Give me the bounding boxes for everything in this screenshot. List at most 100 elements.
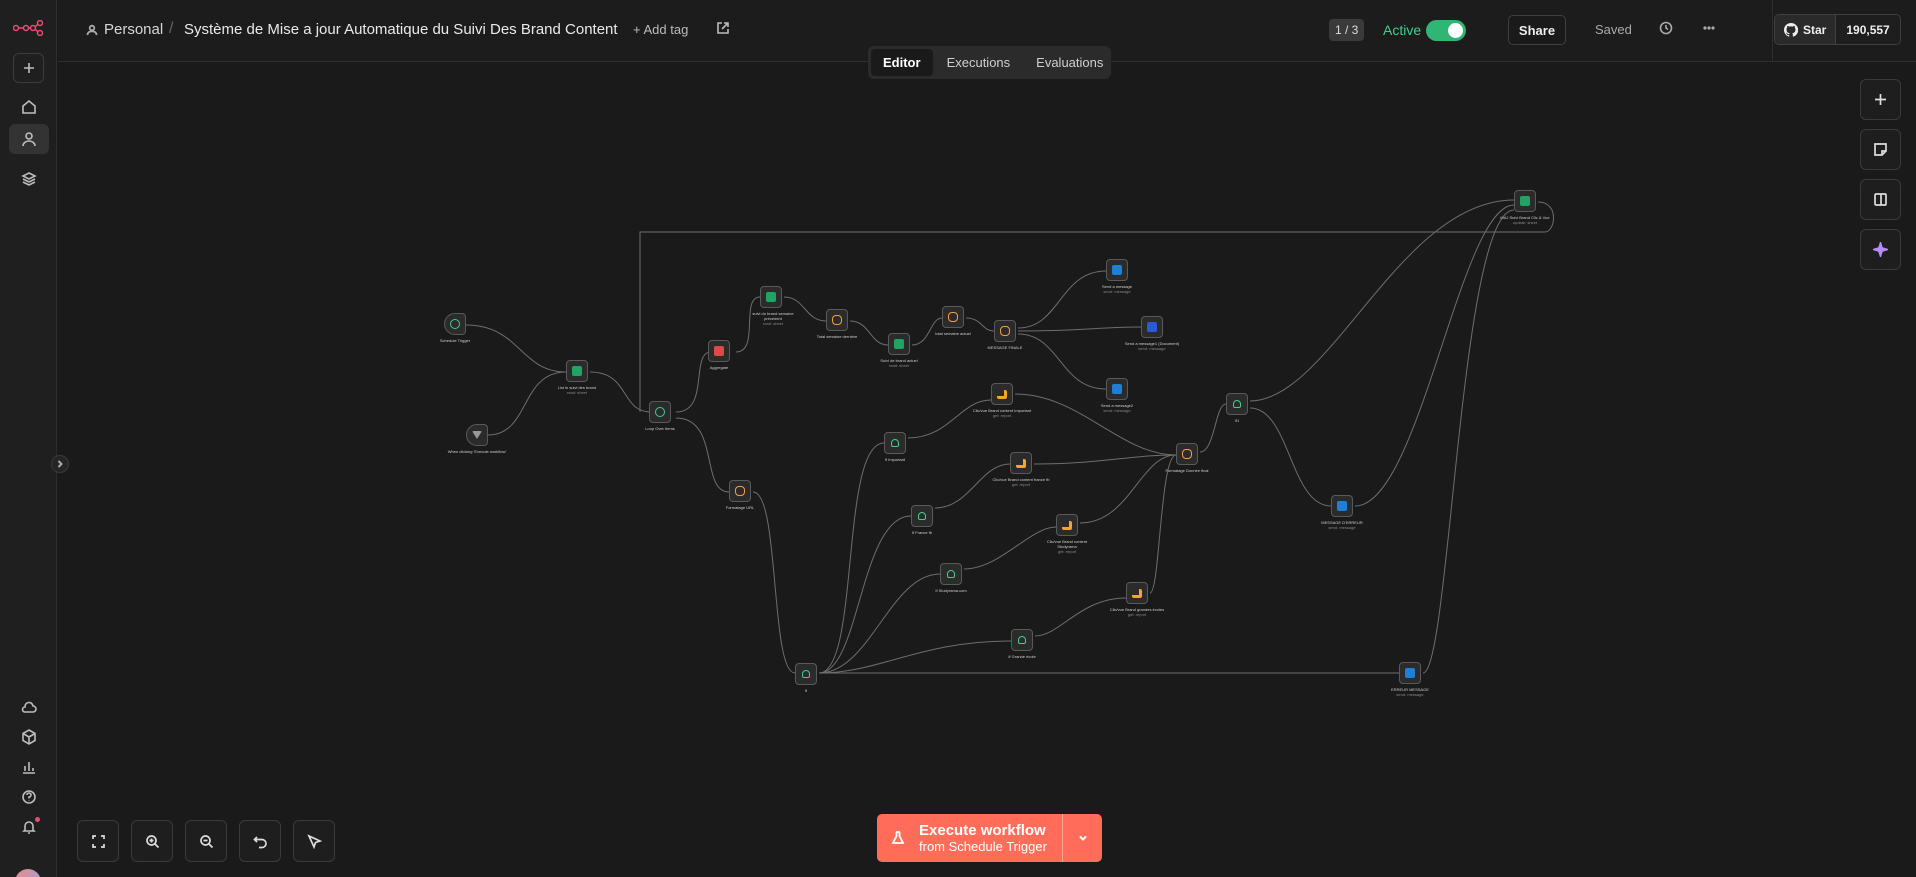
- node-if-1[interactable]: [1226, 393, 1248, 415]
- code-icon: [1000, 326, 1010, 336]
- sidebar-expand-icon[interactable]: [51, 455, 69, 473]
- tab-editor[interactable]: Editor: [871, 49, 933, 76]
- node-schedule-trigger[interactable]: [444, 313, 466, 335]
- node-subtitle: send: message: [1103, 408, 1131, 413]
- note-icon: [1874, 143, 1887, 156]
- loop-icon: [655, 407, 665, 417]
- history-icon[interactable]: [1659, 21, 1673, 40]
- node-sheets-previous[interactable]: [760, 286, 782, 308]
- tidy-up-button[interactable]: [293, 820, 335, 862]
- tab-executions[interactable]: Executions: [935, 49, 1023, 76]
- if-icon: [918, 512, 926, 520]
- fit-view-button[interactable]: [77, 820, 119, 862]
- add-node-button[interactable]: [1860, 79, 1901, 120]
- node-if-important[interactable]: [884, 432, 906, 454]
- add-tag-button[interactable]: + Add tag: [633, 22, 688, 37]
- add-icon[interactable]: [13, 53, 44, 83]
- share-button[interactable]: Share: [1508, 15, 1566, 45]
- node-bigquery-important[interactable]: [991, 383, 1013, 405]
- google-sheets-icon: [1520, 196, 1530, 206]
- node-subtitle: read: sheet: [888, 363, 909, 368]
- workflow-canvas[interactable]: [58, 63, 1916, 877]
- node-label: If Grande école: [1008, 654, 1036, 659]
- node-manual-trigger[interactable]: [466, 424, 488, 446]
- node-label: Schedule Trigger: [439, 338, 471, 343]
- active-toggle[interactable]: [1426, 20, 1466, 41]
- node-aggregate[interactable]: [708, 340, 730, 362]
- bell-icon[interactable]: [9, 812, 49, 842]
- execute-main[interactable]: Execute workflow from Schedule Trigger: [877, 814, 1063, 862]
- breadcrumb[interactable]: Personal: [86, 21, 163, 38]
- node-sheets-list[interactable]: [566, 360, 588, 382]
- node-formatage-final[interactable]: [1176, 443, 1198, 465]
- node-subtitle: send: message: [1138, 346, 1166, 351]
- panel-toggle-button[interactable]: [1860, 179, 1901, 220]
- clock-icon: [450, 319, 460, 329]
- tab-evaluations[interactable]: Evaluations: [1024, 49, 1115, 76]
- execute-workflow-button[interactable]: Execute workflow from Schedule Trigger: [877, 814, 1102, 862]
- node-if-grande-ecole[interactable]: [1011, 629, 1033, 651]
- help-icon[interactable]: [9, 782, 49, 812]
- node-subtitle: read: sheet: [762, 321, 783, 326]
- user-icon: [86, 24, 98, 35]
- node-formatage-url[interactable]: [729, 480, 751, 502]
- node-bigquery-grandes-ecoles[interactable]: [1126, 582, 1148, 604]
- sticky-note-button[interactable]: [1860, 129, 1901, 170]
- fullscreen-icon: [91, 834, 105, 848]
- ai-assistant-button[interactable]: [1860, 229, 1901, 270]
- github-star-label: Star: [1803, 22, 1827, 37]
- node-label: suivi du brand semaine précédent read: sh…: [743, 311, 803, 326]
- cloud-icon[interactable]: [9, 693, 49, 723]
- more-options-icon[interactable]: [1702, 21, 1716, 40]
- divider: [1772, 0, 1773, 62]
- left-sidebar: [0, 0, 57, 877]
- node-send-message-1[interactable]: [1141, 316, 1163, 338]
- node-bigquery-studyrama[interactable]: [1056, 514, 1078, 536]
- home-icon[interactable]: [9, 92, 49, 122]
- layers-icon[interactable]: [9, 164, 49, 194]
- node-loop-over-items[interactable]: [649, 401, 671, 423]
- node-code-total-current[interactable]: [942, 306, 964, 328]
- node-label: If Studyrama.com: [935, 588, 967, 593]
- sparkle-icon: [1873, 242, 1888, 257]
- node-maj-suivi-brand[interactable]: [1514, 190, 1536, 212]
- bigquery-icon: [997, 389, 1007, 399]
- node-message-erreur[interactable]: [1331, 495, 1353, 517]
- zoom-in-button[interactable]: [131, 820, 173, 862]
- stats-icon[interactable]: [9, 752, 49, 782]
- node-erreur-message[interactable]: [1399, 662, 1421, 684]
- node-code-total-last[interactable]: [826, 309, 848, 331]
- edit-description-icon[interactable]: [716, 21, 730, 40]
- node-send-message-2[interactable]: [1106, 378, 1128, 400]
- node-label: Formatage Donnée final: [1165, 468, 1209, 473]
- n8n-app: Personal / Système de Mise a jour Automa…: [0, 0, 1916, 877]
- github-star-button[interactable]: Star 190,557: [1774, 14, 1901, 45]
- node-message-finale[interactable]: [994, 320, 1016, 342]
- user-icon[interactable]: [9, 124, 49, 154]
- node-title: suivi du brand semaine précédent: [752, 311, 794, 321]
- n8n-logo[interactable]: [12, 19, 44, 37]
- node-label: Send a message2 send: message: [1087, 403, 1147, 413]
- node-sheets-current[interactable]: [888, 333, 910, 355]
- version-pager[interactable]: 1 / 3: [1329, 19, 1365, 41]
- node-label: MESSAGE FINALE: [987, 345, 1023, 350]
- word-icon: [1147, 322, 1157, 332]
- execute-dropdown[interactable]: [1063, 832, 1102, 844]
- node-label: If Important: [884, 457, 906, 462]
- active-label: Active: [1383, 22, 1422, 38]
- zoom-out-button[interactable]: [185, 820, 227, 862]
- node-if-france-fb[interactable]: [911, 505, 933, 527]
- execute-title: Execute workflow: [919, 821, 1046, 839]
- plus-icon: [1875, 94, 1886, 105]
- undo-button[interactable]: [239, 820, 281, 862]
- workflow-title[interactable]: Système de Mise a jour Automatique du Su…: [184, 21, 618, 38]
- node-if-studyrama[interactable]: [940, 563, 962, 585]
- avatar[interactable]: [15, 869, 41, 877]
- node-label: If: [804, 688, 808, 693]
- cube-icon[interactable]: [9, 722, 49, 752]
- node-send-message[interactable]: [1106, 259, 1128, 281]
- node-if[interactable]: [795, 663, 817, 685]
- node-bigquery-france-fb[interactable]: [1010, 452, 1032, 474]
- node-subtitle: update: sheet: [1512, 220, 1538, 225]
- node-label: Send a message1 (Document) send: message: [1122, 341, 1182, 351]
